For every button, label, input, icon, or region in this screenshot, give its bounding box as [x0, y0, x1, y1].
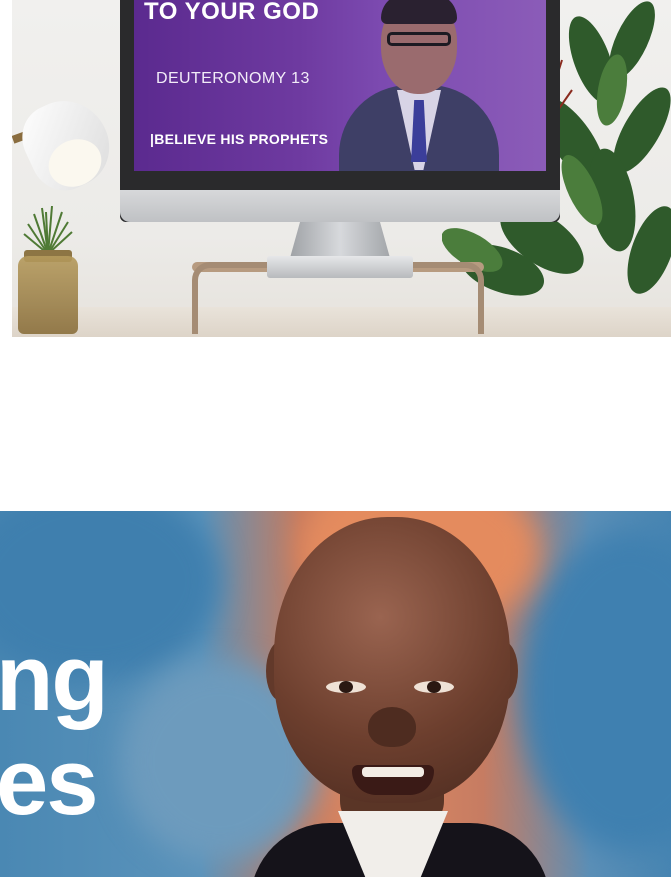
monitor-screen: TO YOUR GOD DEUTERONOMY 13 |BELIEVE HIS …: [134, 0, 546, 171]
slide-reference: DEUTERONOMY 13: [156, 70, 310, 87]
speaker-teeth: [362, 767, 424, 777]
thumbnail-title-line-1: ng: [0, 625, 109, 730]
monitor-stand-base: [267, 256, 413, 278]
speaker-head: [274, 517, 510, 803]
monitor-stand-neck: [290, 222, 390, 258]
thumbnail-title-line-2: es: [0, 729, 99, 834]
thumbnail-title: ng es: [0, 625, 109, 834]
glasses-icon: [387, 32, 451, 46]
speaker-pupil-left: [339, 681, 353, 693]
glass-jar-icon: [18, 256, 78, 334]
potted-grass-icon: [23, 206, 73, 254]
presenter-hair: [381, 0, 457, 24]
monitor-chin: [120, 190, 560, 222]
presenter-image: [339, 0, 499, 171]
slide-title: TO YOUR GOD: [144, 0, 320, 25]
video-thumbnail-speaker[interactable]: ng es: [0, 511, 671, 877]
video-thumbnail-deuteronomy[interactable]: TO YOUR GOD DEUTERONOMY 13 |BELIEVE HIS …: [12, 0, 671, 337]
speaker-pupil-right: [427, 681, 441, 693]
speaker-portrait: [230, 511, 550, 877]
slide-tagline: |BELIEVE HIS PROPHETS: [150, 131, 329, 147]
speaker-nose: [368, 707, 416, 747]
